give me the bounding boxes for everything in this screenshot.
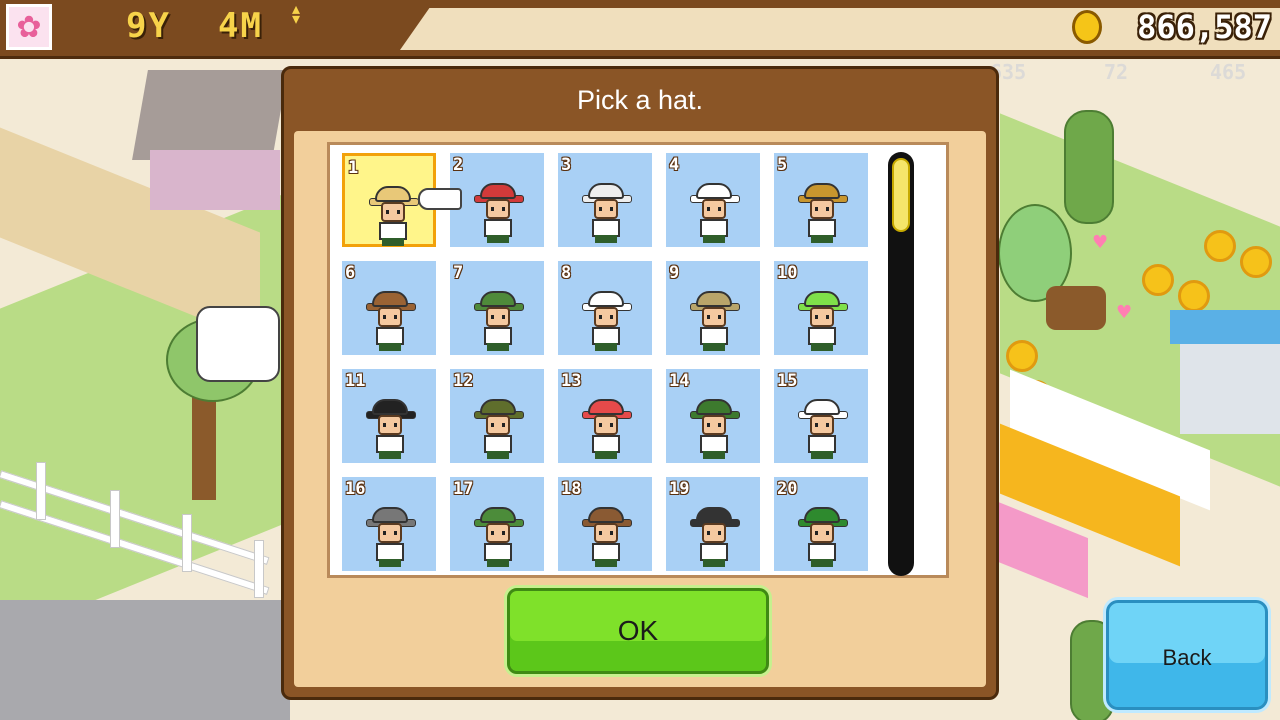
tricolor-cap-icon	[582, 399, 632, 459]
hat-number: 11	[345, 371, 366, 391]
brown-cap-icon	[366, 291, 416, 351]
hat-option-6[interactable]: 6	[342, 261, 436, 355]
hat-option-20[interactable]: 20	[774, 477, 868, 571]
hat-option-13[interactable]: 13	[558, 369, 652, 463]
cypress-tree	[1064, 110, 1114, 224]
stat-value: 465	[1210, 60, 1247, 84]
olive-beret-icon	[474, 399, 524, 459]
green-visor-icon	[798, 291, 848, 351]
back-button[interactable]: Back	[1106, 600, 1268, 710]
scrollbar[interactable]	[888, 152, 914, 576]
stat-value: 72	[1104, 60, 1129, 84]
hat-option-5[interactable]: 5	[774, 153, 868, 247]
hat-option-18[interactable]: 18	[558, 477, 652, 571]
house-roof	[132, 70, 288, 160]
green-cap-icon	[474, 507, 524, 567]
hat-option-12[interactable]: 12	[450, 369, 544, 463]
hat-number: 17	[453, 479, 474, 499]
hat-option-10[interactable]: 10	[774, 261, 868, 355]
cow-icon	[196, 306, 280, 382]
fence-post	[182, 514, 192, 572]
hat-option-11[interactable]: 11	[342, 369, 436, 463]
headband-icon	[690, 507, 740, 567]
cow-hood-icon	[582, 183, 632, 243]
hat-number: 5	[777, 155, 788, 175]
green-earflap-cap-icon	[474, 291, 524, 351]
hat-number: 1	[348, 158, 359, 178]
hat-number: 14	[669, 371, 690, 391]
money-display: 866,587	[1137, 8, 1272, 46]
hat-number: 9	[669, 263, 680, 283]
hat-number: 18	[561, 479, 582, 499]
aviator-goggles-icon	[582, 507, 632, 567]
hat-option-19[interactable]: 19	[666, 477, 760, 571]
boater-hat-icon	[798, 183, 848, 243]
pointing-hand-icon	[418, 188, 462, 210]
dialog-title: Pick a hat.	[576, 85, 704, 115]
hat-number: 10	[777, 263, 798, 283]
heart-icon: ♥	[1116, 302, 1133, 323]
feathered-hat-icon	[690, 399, 740, 459]
hat-number: 16	[345, 479, 366, 499]
sunflower	[1006, 340, 1038, 372]
sunflower	[1142, 264, 1174, 296]
red-cap-icon	[474, 183, 524, 243]
sunflower	[1178, 280, 1210, 312]
top-hud: ✿ 9Y 4M ▴ ▾ 866,587	[0, 0, 1280, 59]
hat-number: 2	[453, 155, 464, 175]
fence-post	[110, 490, 120, 548]
heart-icon: ♥	[1092, 232, 1109, 253]
sunflower	[1204, 230, 1236, 262]
hat-option-17[interactable]: 17	[450, 477, 544, 571]
year-display: 9Y	[126, 6, 171, 46]
house	[150, 150, 280, 210]
hat-option-4[interactable]: 4	[666, 153, 760, 247]
fence-post	[36, 462, 46, 520]
bucket-hat-icon	[690, 291, 740, 351]
shop-roof	[1170, 310, 1280, 344]
hat-number: 3	[561, 155, 572, 175]
green-beret-icon	[798, 507, 848, 567]
gold-coin-icon	[1072, 10, 1102, 44]
bunny-ears-icon	[690, 183, 740, 243]
hat-option-3[interactable]: 3	[558, 153, 652, 247]
hat-number: 12	[453, 371, 474, 391]
back-label: Back	[1162, 645, 1212, 670]
hat-number: 19	[669, 479, 690, 499]
ok-label: OK	[617, 615, 659, 646]
fence-post	[254, 540, 264, 598]
knit-beanie-icon	[366, 507, 416, 567]
straw-sunhat-icon	[369, 186, 419, 246]
hat-option-15[interactable]: 15	[774, 369, 868, 463]
hat-number: 6	[345, 263, 356, 283]
hat-option-14[interactable]: 14	[666, 369, 760, 463]
hat-option-16[interactable]: 16	[342, 477, 436, 571]
month-display: 4M	[218, 6, 263, 46]
hat-number: 4	[669, 155, 680, 175]
hat-number: 15	[777, 371, 798, 391]
scroll-thumb[interactable]	[892, 158, 910, 232]
hat-number: 8	[561, 263, 572, 283]
hat-option-9[interactable]: 9	[666, 261, 760, 355]
bonnet-icon	[798, 399, 848, 459]
hat-option-7[interactable]: 7	[450, 261, 544, 355]
sunflower	[1240, 246, 1272, 278]
hat-number: 7	[453, 263, 464, 283]
hat-option-2[interactable]: 2	[450, 153, 544, 247]
shop	[1180, 344, 1280, 434]
ok-button[interactable]: OK	[507, 588, 769, 674]
hat-option-8[interactable]: 8	[558, 261, 652, 355]
hat-number: 13	[561, 371, 582, 391]
tree-stump	[1046, 286, 1106, 330]
hat-number: 20	[777, 479, 798, 499]
road	[0, 600, 290, 720]
cherry-blossom-icon[interactable]: ✿	[6, 4, 52, 50]
top-hat-icon	[366, 399, 416, 459]
up-down-arrows-icon[interactable]: ▴ ▾	[292, 1, 300, 27]
chef-hat-icon	[582, 291, 632, 351]
